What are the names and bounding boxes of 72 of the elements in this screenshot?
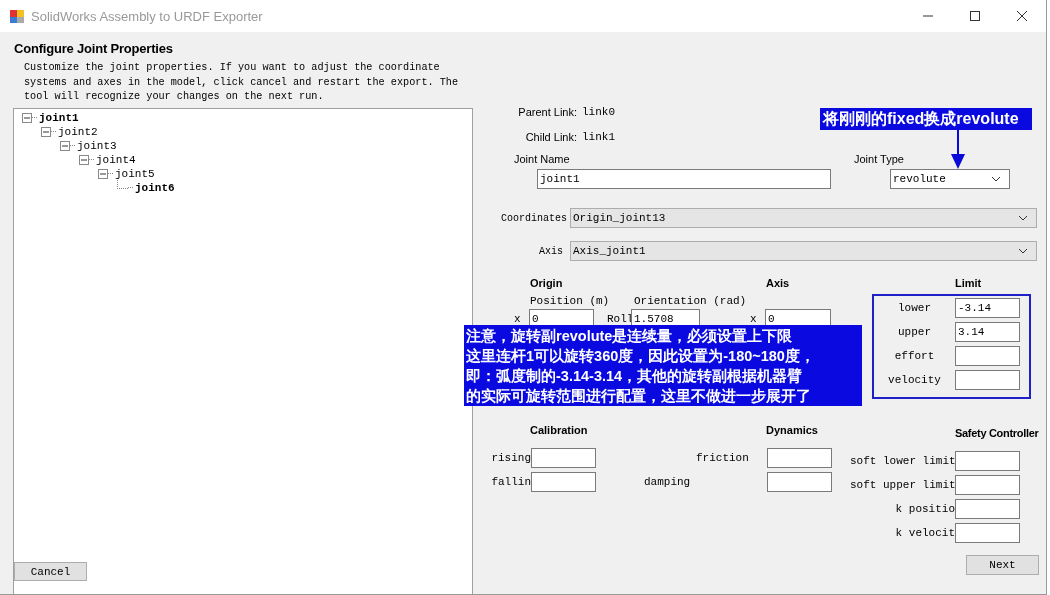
safety-field[interactable] xyxy=(955,451,1020,471)
window-title: SolidWorks Assembly to URDF Exporter xyxy=(31,8,263,24)
dynamics-heading: Dynamics xyxy=(766,424,818,438)
child-link-value: link1 xyxy=(582,131,615,143)
safety-label: k positio xyxy=(894,503,955,515)
limit-label: velocity xyxy=(887,374,942,386)
dynamics-label: damping xyxy=(643,476,692,488)
tree-item[interactable]: joint2 xyxy=(58,125,98,138)
origin-heading: Origin xyxy=(530,277,564,291)
safety-label: k velocit xyxy=(894,527,955,539)
tree-item[interactable]: joint4 xyxy=(96,153,136,166)
limit-label: upper xyxy=(897,326,932,338)
position-label: Position (m) xyxy=(530,295,611,307)
parent-link-value: link0 xyxy=(582,106,615,118)
calibration-label: fallin xyxy=(490,476,531,488)
app-icon xyxy=(9,8,25,24)
x-label: x xyxy=(750,312,758,325)
limit-label: effort xyxy=(893,350,936,362)
tree-item[interactable]: joint5 xyxy=(115,167,155,180)
limit-field[interactable] xyxy=(955,370,1020,390)
limit-field[interactable] xyxy=(955,346,1020,366)
annotation-tooltip: 注意，旋转副revolute是连续量，必须设置上下限 这里连杆1可以旋转360度，因此设置为-180~180度， 即：弧度制的-3.14-3.14，其他的旋转副根据机器臂 的实际可旋转范围进行配置，这里不做进一步展开了 xyxy=(464,325,862,406)
tree-item[interactable]: joint1 xyxy=(39,111,79,124)
calibration-field[interactable] xyxy=(531,472,596,492)
calibration-label: rising xyxy=(490,452,531,464)
annotation-arrow xyxy=(950,130,966,170)
dialog-heading: Configure Joint Properties xyxy=(14,41,174,56)
calibration-heading: Calibration xyxy=(530,424,588,438)
collapse-icon[interactable] xyxy=(41,126,51,137)
maximize-icon[interactable] xyxy=(969,10,981,22)
calibration-field[interactable] xyxy=(531,448,596,468)
close-icon[interactable] xyxy=(1016,10,1028,22)
axis-heading: Axis xyxy=(766,277,790,291)
safety-field[interactable] xyxy=(955,499,1020,519)
dynamics-field[interactable] xyxy=(767,448,832,468)
joint-type-dropdown[interactable]: revolute xyxy=(890,169,1010,189)
annotation-callout: 将刚刚的fixed换成revolute xyxy=(820,108,1032,130)
orientation-label: Orientation (rad) xyxy=(634,295,747,307)
dynamics-label: friction xyxy=(695,452,750,464)
collapse-icon[interactable] xyxy=(98,168,108,179)
axis-dropdown[interactable]: Axis_joint1 xyxy=(570,241,1037,261)
limit-field[interactable]: -3.14 xyxy=(955,298,1020,318)
safety-field[interactable] xyxy=(955,475,1020,495)
coordinates-dropdown[interactable]: Origin_joint13 xyxy=(570,208,1037,228)
limit-label: lower xyxy=(897,302,932,314)
tree-item[interactable]: joint6 xyxy=(135,181,175,194)
description-text: Customize the joint properties. If you want to adjust the coordinate systems and axes in the model, click cancel and restart the export. The tool will recognize your changes on the next run. xyxy=(24,61,460,104)
chevron-down-icon xyxy=(991,176,1001,182)
dynamics-field[interactable] xyxy=(767,472,832,492)
collapse-icon[interactable] xyxy=(60,140,70,151)
safety-label: soft lower limit xyxy=(850,455,955,467)
safety-field[interactable] xyxy=(955,523,1020,543)
limit-field[interactable]: 3.14 xyxy=(955,322,1020,342)
child-link-label: Child Link: xyxy=(524,131,577,143)
joint-type-label: Joint Type xyxy=(854,153,905,167)
parent-link-label: Parent Link: xyxy=(517,106,577,118)
roll-label: Roll xyxy=(607,312,631,325)
joint-name-field[interactable]: joint1 xyxy=(537,169,831,189)
next-button[interactable]: Next xyxy=(966,555,1039,575)
safety-controller-heading: Safety Controller xyxy=(955,427,1040,441)
collapse-icon[interactable] xyxy=(22,112,32,123)
chevron-down-icon xyxy=(1018,248,1028,254)
coordinates-label: Coordinates xyxy=(500,212,568,224)
joint-name-label: Joint Name xyxy=(514,153,571,167)
chevron-down-icon xyxy=(1018,215,1028,221)
tree-item[interactable]: joint3 xyxy=(77,139,117,152)
collapse-icon[interactable] xyxy=(79,154,89,165)
cancel-button[interactable]: Cancel xyxy=(14,562,87,581)
limit-heading: Limit xyxy=(955,277,983,291)
safety-label: soft upper limit xyxy=(850,479,955,491)
axis-label: Axis xyxy=(538,245,564,257)
x-label: x xyxy=(514,312,522,325)
